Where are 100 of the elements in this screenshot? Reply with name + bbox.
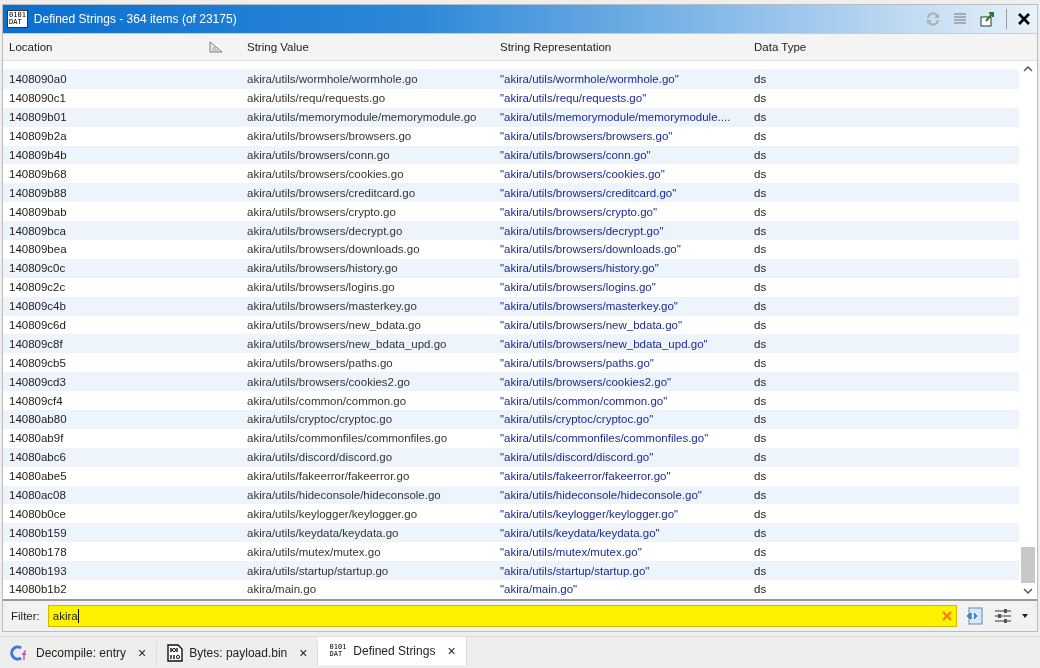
table-cell-text: "akira/utils/discord/discord.go" bbox=[499, 451, 655, 464]
table-cell-text: 140809b01 bbox=[8, 111, 68, 124]
table-cell-text: ds bbox=[753, 262, 768, 275]
table-cell-text: 140809b68 bbox=[8, 167, 68, 180]
table-cell-text: akira/utils/hideconsole/hideconsole.go bbox=[246, 489, 442, 502]
table-cell-text: akira/utils/browsers/browsers.go bbox=[246, 130, 413, 143]
table-cell-text: "akira/utils/browsers/new_bdata.go" bbox=[499, 319, 684, 331]
column-header[interactable]: String Representation bbox=[494, 41, 748, 53]
column-header[interactable]: String Value bbox=[241, 41, 494, 53]
filter-label: Filter: bbox=[11, 609, 40, 622]
scroll-thumb[interactable] bbox=[1021, 546, 1035, 583]
tab[interactable]: Bytes: payload.bin × bbox=[157, 640, 319, 665]
table-cell-text: ds bbox=[753, 186, 768, 199]
table-cell-text: 140809bca bbox=[8, 224, 67, 237]
table-cell-text: "akira/utils/browsers/conn.go" bbox=[499, 149, 652, 161]
table-cell-text: "akira/main.go" bbox=[499, 583, 579, 596]
table-cell-text: akira/utils/browsers/decrypt.go bbox=[246, 224, 404, 237]
table-cell-text: "akira/utils/browsers/creditcard.go" bbox=[499, 186, 678, 199]
close-icon[interactable] bbox=[1017, 12, 1031, 26]
table-cell-text: ds bbox=[753, 224, 768, 237]
table-cell-text: 140809c2c bbox=[8, 281, 67, 294]
table-cell-text: "akira/utils/browsers/crypto.go" bbox=[499, 205, 659, 218]
table-cell-text: akira/utils/common/common.go bbox=[246, 394, 408, 407]
table-cell-text: "akira/utils/mutex/mutex.go" bbox=[499, 545, 643, 558]
table-cell-text: 14080abe5 bbox=[8, 470, 68, 483]
table-cell-text: 14080ab80 bbox=[8, 413, 68, 426]
binary-file-icon bbox=[167, 643, 184, 662]
table-cell-text: akira/utils/wormhole/wormhole.go bbox=[246, 73, 419, 86]
table-cell-text: 140809c6d bbox=[8, 319, 67, 331]
export-icon[interactable] bbox=[978, 10, 996, 28]
table-cell-text: ds bbox=[753, 300, 768, 313]
scroll-up-icon[interactable] bbox=[1023, 65, 1033, 73]
table-cell-text: akira/utils/commonfiles/commonfiles.go bbox=[246, 432, 449, 445]
table-cell-text: 14080b159 bbox=[8, 526, 68, 539]
table-cell-text: 140809b4b bbox=[8, 149, 68, 161]
table-cell-text: akira/utils/keylogger/keylogger.go bbox=[246, 507, 419, 520]
close-tab-button[interactable]: × bbox=[299, 644, 308, 661]
close-tab-button[interactable]: × bbox=[447, 642, 456, 659]
table-cell-text: akira/utils/browsers/creditcard.go bbox=[246, 186, 417, 199]
table-cell-text: "akira/utils/keydata/keydata.go" bbox=[499, 526, 661, 539]
table-cell-text: ds bbox=[753, 73, 768, 86]
tab[interactable]: Decompile: entry × bbox=[0, 640, 158, 665]
table-cell-text: ds bbox=[753, 130, 768, 143]
settings-icon[interactable] bbox=[993, 606, 1013, 625]
table-cell-text: "akira/utils/browsers/cookies2.go" bbox=[499, 375, 673, 388]
table-cell-text: 1408090c1 bbox=[8, 92, 67, 105]
sort-icon bbox=[209, 41, 223, 53]
table-cell-text: akira/main.go bbox=[246, 583, 318, 596]
table-cell-text: "akira/utils/cryptoc/cryptoc.go" bbox=[499, 413, 655, 426]
table-cell-text: "akira/utils/browsers/downloads.go" bbox=[499, 243, 682, 256]
column-header[interactable]: Location bbox=[3, 41, 241, 53]
table-cell-text: ds bbox=[753, 319, 768, 331]
table-cell-text: "akira/utils/keylogger/keylogger.go" bbox=[499, 507, 680, 520]
table-cell-text: 14080b193 bbox=[8, 564, 68, 577]
table-cell-text: "akira/utils/startup/startup.go" bbox=[499, 564, 651, 577]
table-cell-text: 14080b178 bbox=[8, 545, 68, 558]
table-cell-text: ds bbox=[753, 375, 768, 388]
table-cell-text: akira/utils/browsers/crypto.go bbox=[246, 205, 397, 218]
table-cell-text: ds bbox=[753, 394, 768, 407]
table-cell-text: 140809c8f bbox=[8, 337, 64, 350]
scroll-down-icon[interactable] bbox=[1023, 586, 1033, 595]
close-tab-button[interactable]: × bbox=[138, 644, 147, 661]
table-cell-text: "akira/utils/commonfiles/commonfiles.go" bbox=[499, 432, 710, 445]
table-cell-text: "akira/utils/memorymodule/memorymodule.... bbox=[499, 111, 732, 124]
table-cell-text: 140809bea bbox=[8, 243, 68, 256]
table-cell-text: 14080ab9f bbox=[8, 432, 65, 445]
document-icon[interactable] bbox=[965, 605, 985, 626]
dropdown-icon[interactable] bbox=[1021, 612, 1029, 619]
table-cell-text: 140809b88 bbox=[8, 186, 68, 199]
table-cell-text: 14080abc6 bbox=[8, 451, 67, 464]
table-cell-text: akira/utils/browsers/conn.go bbox=[246, 149, 391, 161]
table-cell-text: 1408090a0 bbox=[8, 73, 68, 86]
table-cell-text: "akira/utils/browsers/masterkey.go" bbox=[499, 300, 679, 313]
table-cell-text: 140809c4b bbox=[8, 300, 67, 313]
table-cell-text: ds bbox=[753, 337, 768, 350]
table-cell-text: "akira/utils/browsers/cookies.go" bbox=[499, 167, 666, 180]
table-cell-text: "akira/utils/browsers/decrypt.go" bbox=[499, 224, 665, 237]
table-cell-text: "akira/utils/browsers/logins.go" bbox=[499, 281, 657, 294]
table-cell-text: ds bbox=[753, 243, 768, 256]
window-title: Defined Strings - 364 items (of 23175) bbox=[33, 12, 238, 26]
table-cell-text: "akira/utils/browsers/browsers.go" bbox=[499, 130, 674, 143]
column-header[interactable]: Data Type bbox=[748, 41, 994, 53]
table-cell-text: ds bbox=[753, 545, 768, 558]
table-cell-text: ds bbox=[753, 432, 768, 445]
table-cell-text: "akira/utils/hideconsole/hideconsole.go" bbox=[499, 489, 703, 502]
table-cell-text: "akira/utils/browsers/new_bdata_upd.go" bbox=[499, 337, 709, 350]
table-cell-text: akira/utils/browsers/cookies2.go bbox=[246, 375, 411, 388]
table-cell-text: akira/utils/browsers/cookies.go bbox=[246, 167, 405, 180]
table-cell-text: akira/utils/browsers/logins.go bbox=[246, 281, 396, 294]
table-cell-text: akira/utils/browsers/paths.go bbox=[246, 356, 394, 369]
table-cell-text: akira/utils/browsers/masterkey.go bbox=[246, 300, 418, 313]
table-cell-text: 140809bab bbox=[8, 205, 68, 218]
table-cell-text: 14080b1b2 bbox=[8, 583, 68, 596]
table-cell-text: 140809cb5 bbox=[8, 356, 67, 369]
table-cell-text: ds bbox=[753, 564, 768, 577]
table-cell-text: "akira/utils/wormhole/wormhole.go" bbox=[499, 73, 680, 86]
table-cell-text: "akira/utils/requ/requests.go" bbox=[499, 92, 648, 105]
table-cell-text: "akira/utils/common/common.go" bbox=[499, 394, 669, 407]
filter-field[interactable]: akira bbox=[47, 604, 957, 627]
table-cell-text: ds bbox=[753, 451, 768, 464]
